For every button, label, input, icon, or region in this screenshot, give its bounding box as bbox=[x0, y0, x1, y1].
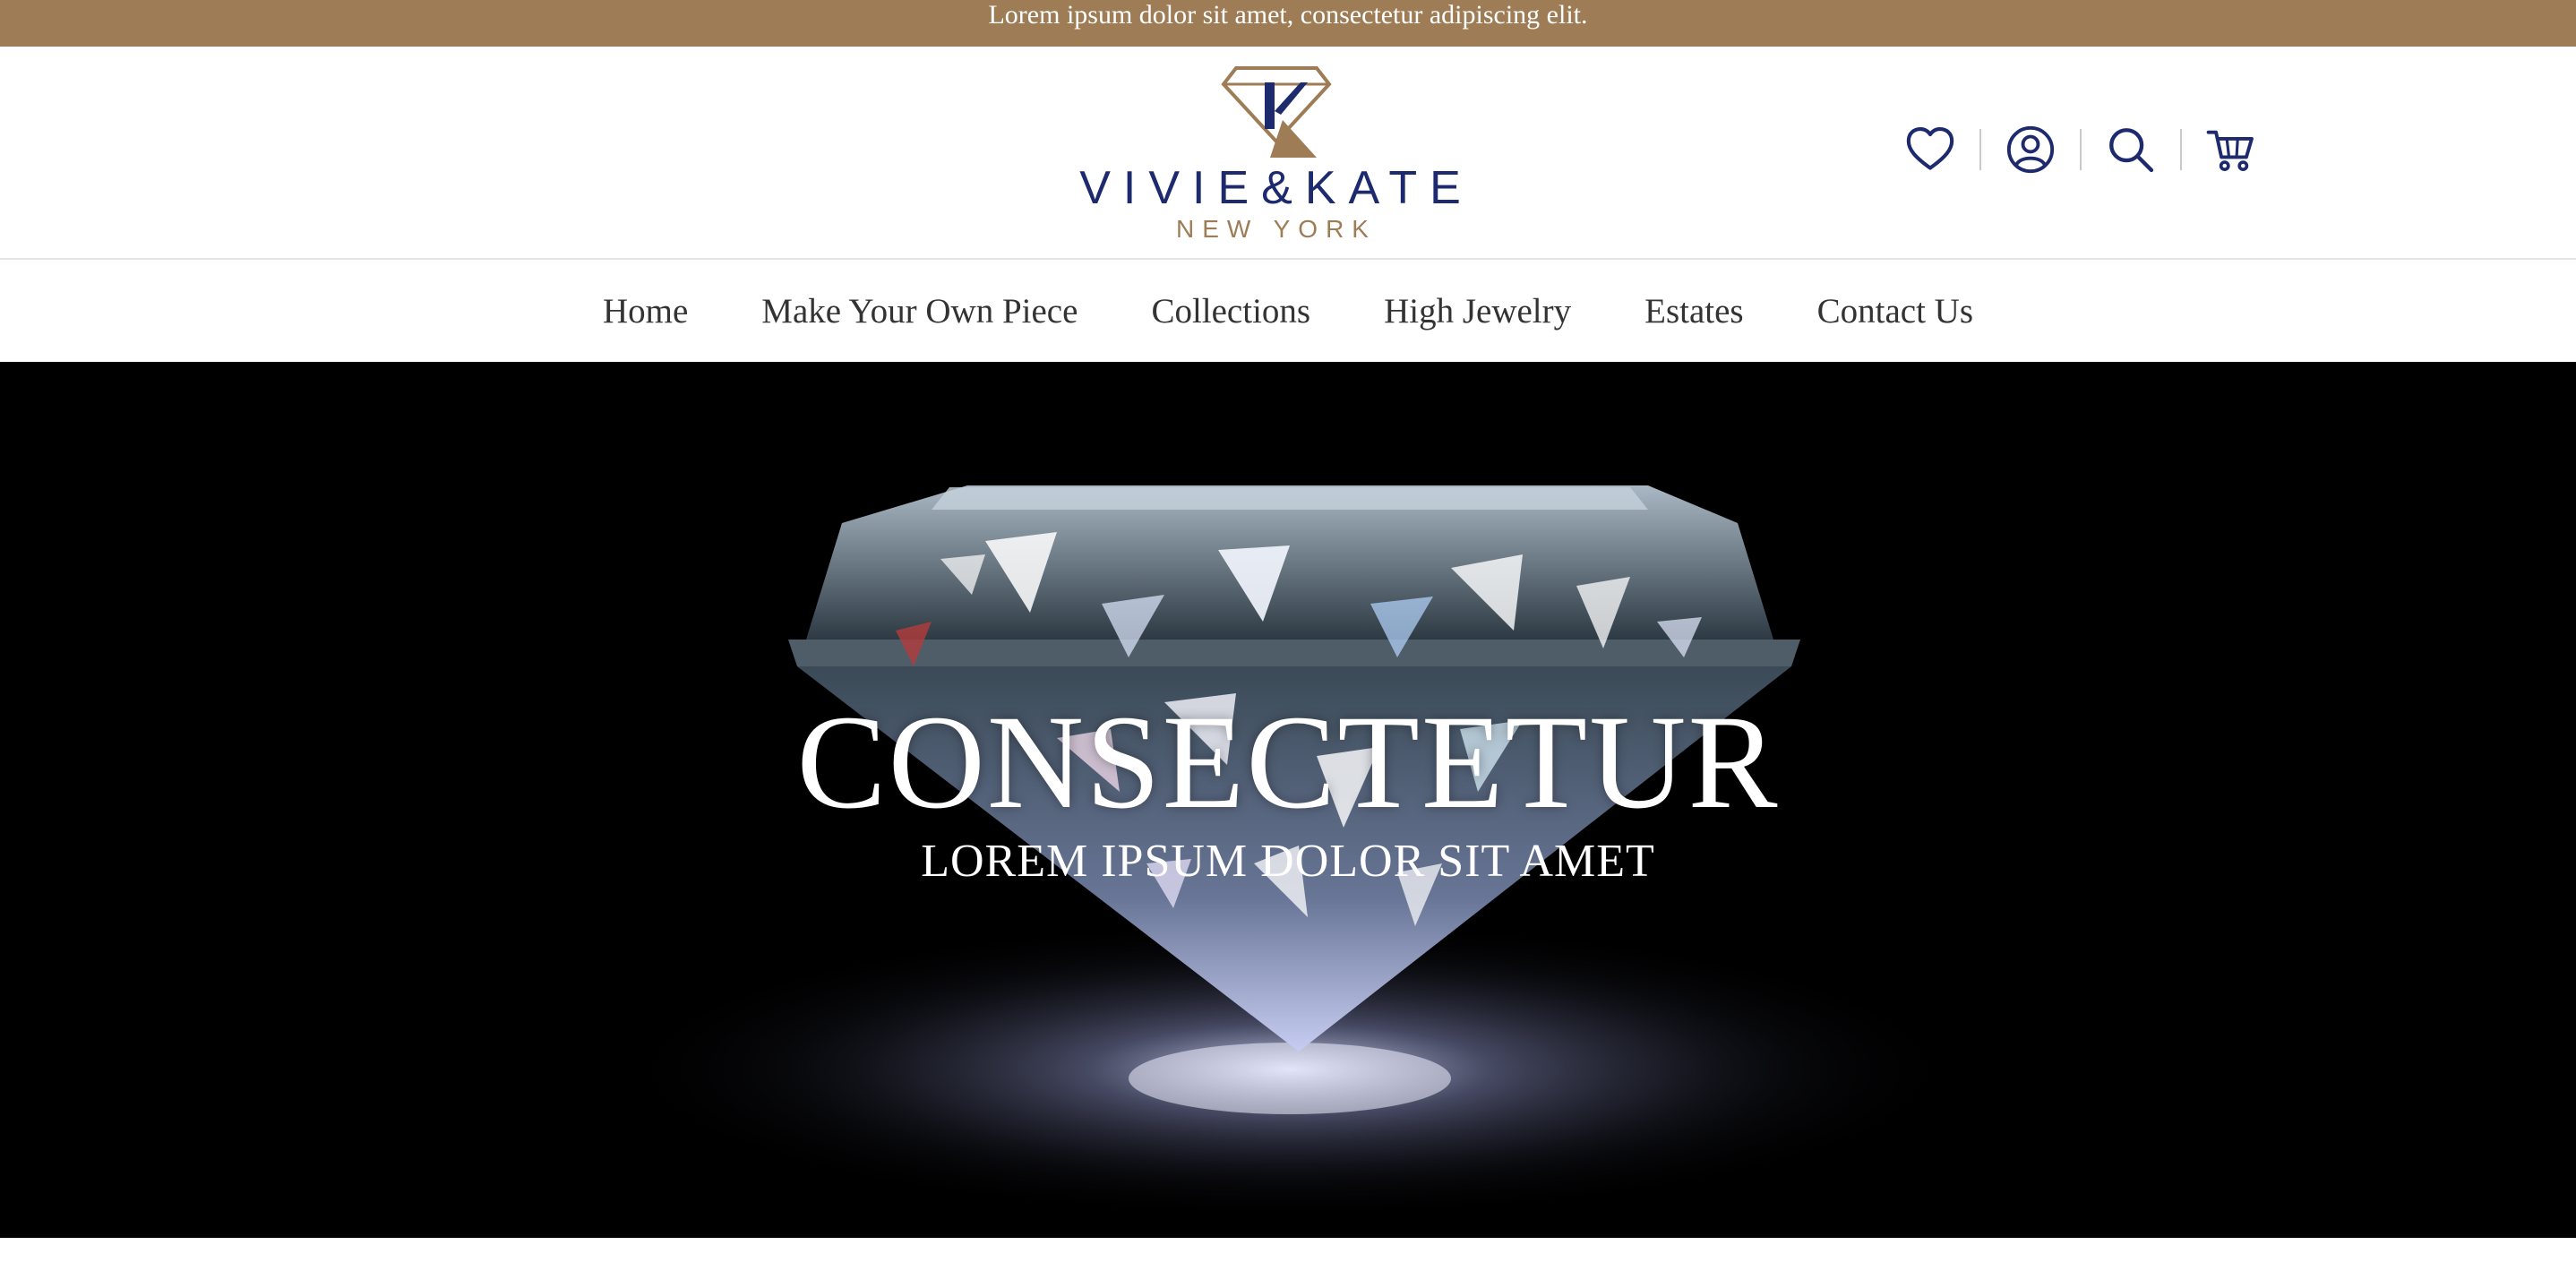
nav-item-collections[interactable]: Collections bbox=[1151, 291, 1310, 331]
nav-item-make-your-own-piece[interactable]: Make Your Own Piece bbox=[761, 291, 1078, 331]
brand-name: VIVIE&KATE bbox=[1079, 162, 1473, 214]
user-icon bbox=[2006, 125, 2055, 174]
cart-icon bbox=[2206, 130, 2254, 172]
brand-location: NEW YORK bbox=[1176, 215, 1377, 243]
search-button[interactable] bbox=[2099, 118, 2162, 181]
main-navigation: Home Make Your Own Piece Collections Hig… bbox=[0, 260, 2576, 362]
announcement-text: Lorem ipsum dolor sit amet, consectetur … bbox=[988, 0, 1588, 30]
heart-icon bbox=[1906, 126, 1954, 170]
site-header: VIVIE&KATE NEW YORK bbox=[0, 47, 2576, 260]
nav-item-contact-us[interactable]: Contact Us bbox=[1817, 291, 1973, 331]
hero-banner: CONSECTETUR LOREM IPSUM DOLOR SIT AMET bbox=[0, 362, 2576, 1238]
header-icon-group bbox=[1899, 118, 2263, 181]
nav-item-estates[interactable]: Estates bbox=[1644, 291, 1743, 331]
nav-item-home[interactable]: Home bbox=[603, 291, 688, 331]
announcement-bar: Lorem ipsum dolor sit amet, consectetur … bbox=[0, 0, 2576, 47]
brand-logo[interactable]: VIVIE&KATE NEW YORK bbox=[1066, 64, 1487, 244]
hero-title: CONSECTETUR bbox=[796, 688, 1780, 837]
nav-item-high-jewelry[interactable]: High Jewelry bbox=[1384, 291, 1571, 331]
cart-button[interactable] bbox=[2200, 118, 2263, 181]
hero-subtitle: LOREM IPSUM DOLOR SIT AMET bbox=[921, 836, 1655, 887]
icon-divider bbox=[1979, 129, 1981, 170]
search-icon bbox=[2109, 128, 2154, 173]
icon-divider bbox=[2080, 129, 2082, 170]
icon-divider bbox=[2180, 129, 2182, 170]
wishlist-button[interactable] bbox=[1899, 118, 1962, 181]
logo-mark-icon bbox=[1221, 66, 1332, 158]
account-button[interactable] bbox=[1999, 118, 2062, 181]
